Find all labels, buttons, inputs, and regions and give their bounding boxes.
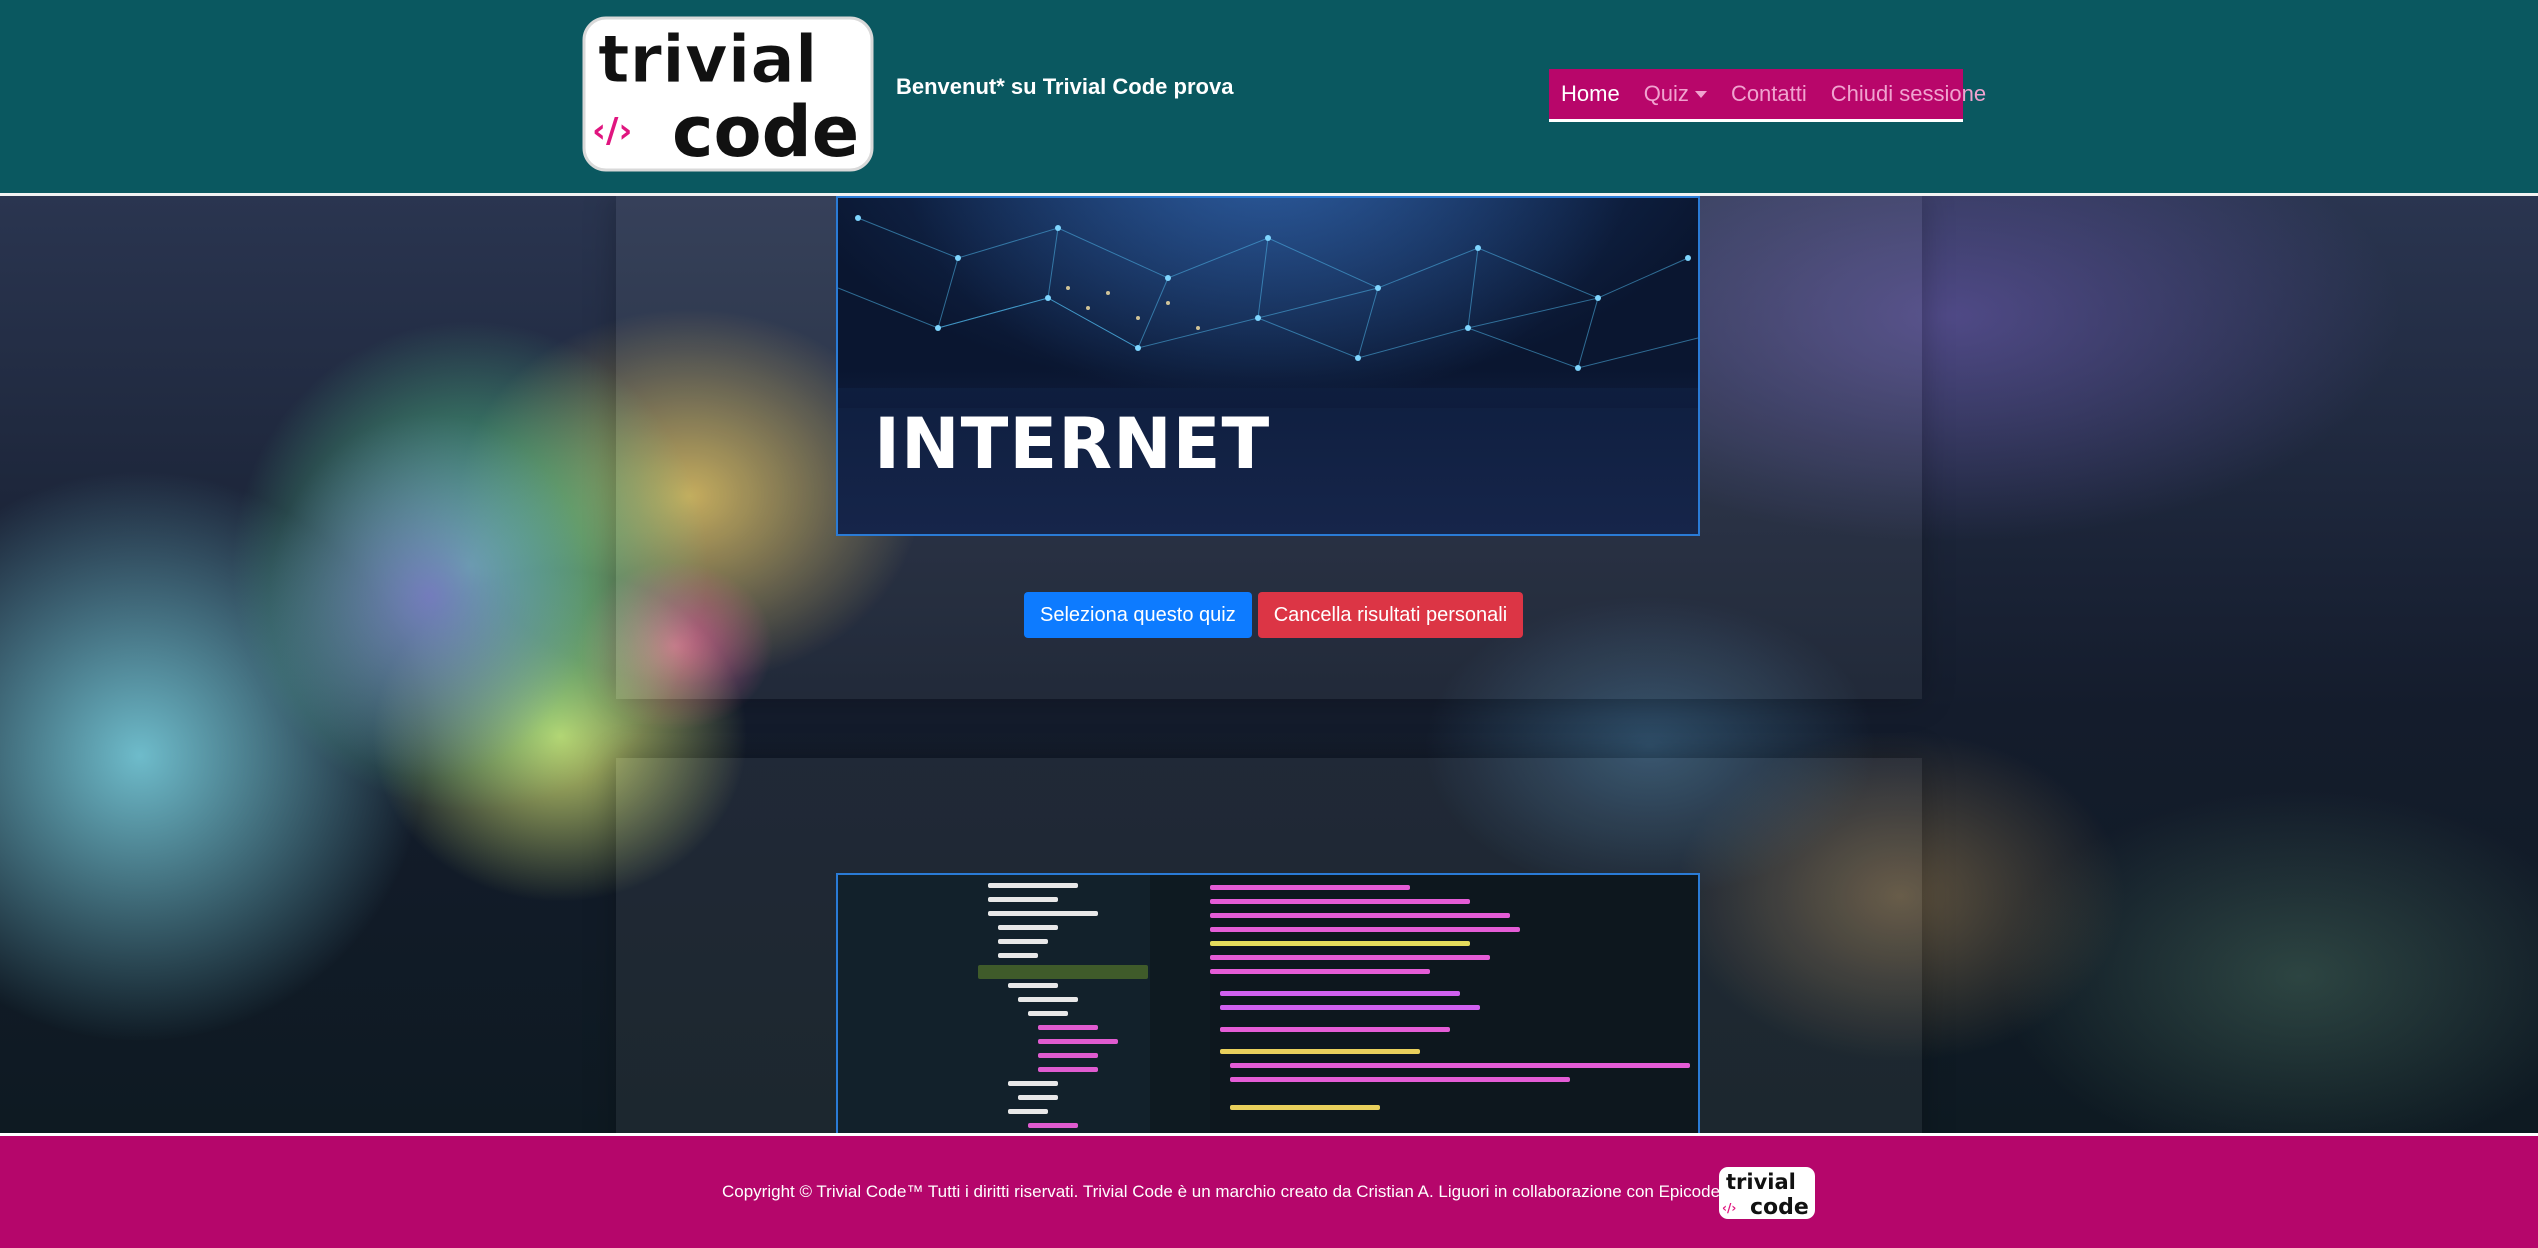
svg-text:trivial: trivial <box>1726 1170 1796 1194</box>
nav-quiz-label: Quiz <box>1643 81 1689 106</box>
nav-contatti[interactable]: Contatti <box>1731 81 1807 107</box>
quiz-actions: Seleziona questo quiz Cancella risultati… <box>1024 592 1524 638</box>
quiz-title: INTERNET <box>874 403 1271 485</box>
footer-logo[interactable]: trivial ‹/› code <box>1718 1166 1816 1220</box>
delete-results-button[interactable]: Cancella risultati personali <box>1257 592 1524 638</box>
site-footer: Copyright © Trivial Code™ Tutti i diritt… <box>0 1133 2538 1248</box>
site-header: trivial ‹/› code Benvenut* su Trivial Co… <box>0 0 2538 196</box>
trivial-code-logo[interactable]: trivial ‹/› code <box>580 14 876 174</box>
image-fade <box>838 368 1698 408</box>
select-quiz-button[interactable]: Seleziona questo quiz <box>1024 592 1252 638</box>
network-lines <box>838 215 1698 371</box>
main-navbar: Home Quiz Contatti Chiudi sessione <box>1549 69 1986 122</box>
code-editor-image <box>1210 875 1698 1133</box>
caret-down-icon <box>1694 90 1707 98</box>
svg-text:code: code <box>1750 1195 1809 1220</box>
nav-chiudi-sessione[interactable]: Chiudi sessione <box>1831 81 1986 107</box>
file-tree-image <box>838 875 1150 1133</box>
nav-home[interactable]: Home <box>1561 81 1620 107</box>
quiz-image-code <box>836 873 1700 1133</box>
copyright-text: Copyright © Trivial Code™ Tutti i diritt… <box>722 1182 1782 1201</box>
nav-quiz-dropdown[interactable]: Quiz <box>1644 81 1707 107</box>
svg-text:‹/›: ‹/› <box>592 111 632 151</box>
svg-text:code: code <box>672 91 859 173</box>
svg-text:‹/›: ‹/› <box>1722 1201 1736 1215</box>
line-numbers <box>1150 875 1210 1133</box>
quiz-image-internet: INTERNET <box>836 196 1700 536</box>
main-content: INTERNET Seleziona questo quiz Cancella … <box>0 196 2538 1133</box>
svg-text:trivial: trivial <box>598 21 818 98</box>
globe-network-image <box>838 198 1698 388</box>
welcome-message: Benvenut* su Trivial Code prova <box>896 74 1234 99</box>
